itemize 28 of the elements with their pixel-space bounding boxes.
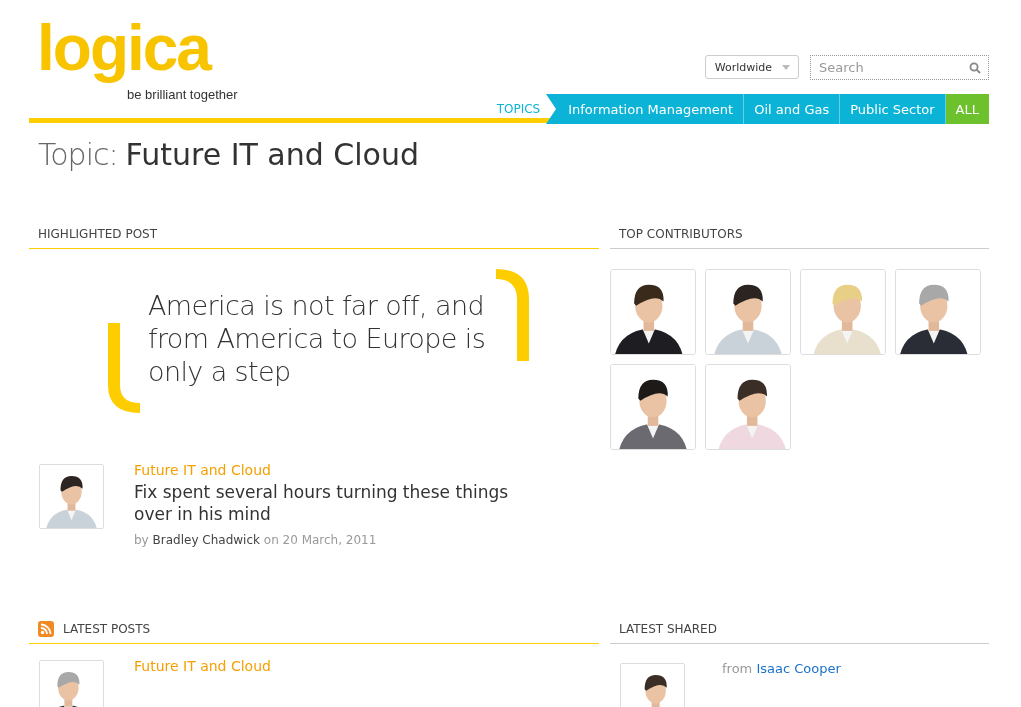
caret-icon[interactable]: [782, 64, 790, 70]
shared-from: from Isaac Cooper: [722, 661, 841, 678]
title-prefix: Topic:: [38, 137, 118, 172]
quote-bracket-icon: [496, 269, 529, 361]
topic-tab[interactable]: Public Sector: [839, 94, 945, 124]
section-heading: LATEST POSTS: [63, 622, 151, 636]
topics-label: TOPICS: [496, 102, 541, 116]
chevron-icon: [546, 94, 563, 124]
search-field[interactable]: Search: [810, 55, 989, 80]
topic-tab[interactable]: Oil and Gas: [743, 94, 840, 124]
author-avatar[interactable]: [39, 464, 104, 529]
region-dropdown[interactable]: Worldwide: [704, 55, 799, 79]
category-link[interactable]: Future IT and Cloud: [134, 658, 271, 674]
post-title[interactable]: Fix spent several hours turning these things over in his mind: [134, 481, 534, 525]
quote-bracket-icon: [108, 323, 142, 415]
post-meta: by Bradley Chadwick on 20 March, 2011: [134, 533, 378, 547]
search-icon[interactable]: [969, 62, 981, 74]
author-link[interactable]: Isaac Cooper: [756, 661, 841, 676]
quote: America is not far off, and from America to Europe is only a step: [148, 289, 487, 388]
topic-tab[interactable]: ALL: [944, 94, 989, 124]
rss-icon[interactable]: [38, 621, 54, 637]
section-heading: TOP CONTRIBUTORS: [619, 227, 743, 241]
page-title: Future IT and Cloud: [125, 137, 419, 172]
tagline: be brilliant together: [127, 86, 238, 102]
logo[interactable]: logica: [37, 12, 210, 86]
category-link[interactable]: Future IT and Cloud: [134, 462, 271, 478]
section-heading: LATEST SHARED: [619, 622, 717, 636]
section-heading: HIGHLIGHTED POST: [38, 227, 158, 241]
